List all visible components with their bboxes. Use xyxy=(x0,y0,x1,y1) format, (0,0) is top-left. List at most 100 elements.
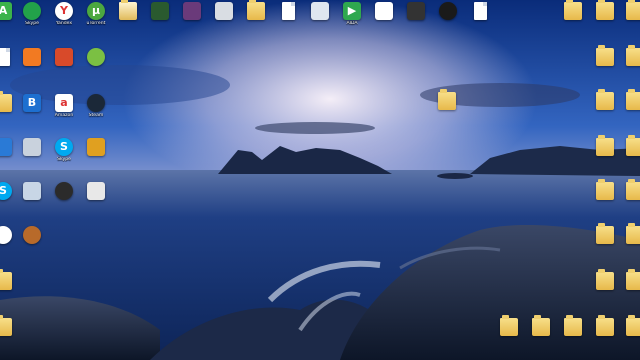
desktop-shortcut[interactable] xyxy=(79,182,113,201)
basketball-icon xyxy=(23,226,41,244)
desktop-shortcut[interactable]: S Skype xyxy=(47,138,81,162)
chrome-icon xyxy=(0,226,12,244)
orange-app-icon xyxy=(23,48,41,66)
desktop-shortcut[interactable] xyxy=(618,179,640,201)
desktop-shortcut[interactable] xyxy=(588,0,622,21)
folder-icon xyxy=(626,179,640,200)
desktop-shortcut[interactable] xyxy=(207,2,241,21)
steam-icon xyxy=(87,94,105,112)
desktop-shortcut[interactable] xyxy=(111,0,145,21)
folder-icon xyxy=(626,135,640,156)
desktop-shortcut[interactable] xyxy=(0,315,20,337)
folder-icon xyxy=(596,0,614,20)
desktop-shortcut[interactable] xyxy=(47,182,81,201)
desktop-shortcut[interactable] xyxy=(556,315,590,337)
desktop-shortcut[interactable] xyxy=(618,0,640,21)
desktop-shortcut[interactable] xyxy=(588,179,622,201)
blue-app-icon: B xyxy=(23,94,41,112)
folder-icon xyxy=(596,315,614,336)
desktop-shortcut[interactable] xyxy=(15,182,49,201)
java-icon xyxy=(375,2,393,20)
desktop-shortcut[interactable] xyxy=(618,89,640,111)
desktop-shortcut[interactable]: µ uTorrent xyxy=(79,2,113,26)
desktop-shortcut[interactable] xyxy=(0,269,20,291)
brush-app-icon xyxy=(87,182,105,200)
desktop-shortcut-label: Skype xyxy=(25,21,39,26)
folder-icon xyxy=(626,89,640,110)
desktop-shortcut[interactable] xyxy=(15,226,49,245)
folder-icon xyxy=(564,315,582,336)
monitor-icon xyxy=(23,182,41,200)
desktop-shortcut[interactable] xyxy=(588,269,622,291)
desktop-shortcut[interactable] xyxy=(618,223,640,245)
folder-icon xyxy=(596,269,614,290)
desktop-shortcut[interactable] xyxy=(556,0,590,21)
recycle-bin-icon xyxy=(23,138,41,156)
desktop-shortcut[interactable] xyxy=(399,2,433,21)
desktop-shortcut[interactable] xyxy=(431,2,465,21)
folder-icon xyxy=(596,179,614,200)
desktop-shortcut-label: Steam xyxy=(88,113,104,118)
folder-icon xyxy=(438,89,456,110)
desktop-shortcut[interactable]: a Amazon xyxy=(47,94,81,118)
desktop-shortcut[interactable] xyxy=(15,138,49,157)
desktop-shortcut[interactable] xyxy=(618,135,640,157)
desktop-shortcut[interactable] xyxy=(239,0,273,21)
desktop-shortcut[interactable] xyxy=(47,48,81,67)
yandex-browser-icon: Y xyxy=(55,2,73,20)
desktop-shortcut[interactable] xyxy=(588,45,622,67)
desktop-shortcut[interactable] xyxy=(588,135,622,157)
skype-icon: S xyxy=(55,138,73,156)
folder-icon xyxy=(626,315,640,336)
desktop-shortcut[interactable]: Skype xyxy=(15,2,49,26)
play-arrow-icon: ▶ xyxy=(343,2,361,20)
desktop-shortcut[interactable] xyxy=(463,2,497,21)
desktop-shortcut[interactable] xyxy=(367,2,401,21)
desktop-shortcut[interactable] xyxy=(15,48,49,67)
game-shortcut-icon xyxy=(183,2,201,20)
network-shortcut-icon xyxy=(311,2,329,20)
desktop-shortcut[interactable] xyxy=(588,315,622,337)
desktop-shortcut[interactable]: Steam xyxy=(79,94,113,118)
desktop-shortcut[interactable] xyxy=(588,223,622,245)
folder-icon xyxy=(0,269,12,290)
amazon-icon: a xyxy=(55,94,73,112)
desktop-shortcut-label: Amazon xyxy=(54,113,74,118)
desktop-shortcut[interactable]: Y Yandex xyxy=(47,2,81,26)
folder-icon xyxy=(596,135,614,156)
folder-icon xyxy=(500,315,518,336)
desktop[interactable]: A Skype Y Yandex µ uTorrent ▶ AIDA Ba Amazon Steam… xyxy=(0,0,640,360)
desktop-shortcut[interactable] xyxy=(492,315,526,337)
folder-icon xyxy=(596,89,614,110)
desktop-shortcut[interactable] xyxy=(430,89,464,111)
desktop-shortcut[interactable] xyxy=(618,269,640,291)
document-icon xyxy=(281,2,295,20)
desktop-shortcut[interactable] xyxy=(588,89,622,111)
desktop-shortcut[interactable] xyxy=(303,2,337,21)
terminal-icon xyxy=(407,2,425,20)
desktop-shortcut[interactable]: ▶ AIDA xyxy=(335,2,369,26)
desktop-shortcut-label: AIDA xyxy=(346,21,358,26)
desktop-shortcut[interactable] xyxy=(79,48,113,67)
document-icon xyxy=(0,48,10,66)
folder-icon xyxy=(0,315,12,336)
drive-icon xyxy=(215,2,233,20)
desktop-shortcut[interactable] xyxy=(524,315,558,337)
folder-icon xyxy=(596,45,614,66)
folder-open-icon xyxy=(119,0,137,20)
document-icon xyxy=(473,2,487,20)
desktop-shortcut-label: uTorrent xyxy=(86,21,106,26)
desktop-shortcut[interactable]: B xyxy=(15,94,49,113)
desktop-shortcut[interactable] xyxy=(143,2,177,21)
desktop-shortcut[interactable] xyxy=(79,138,113,157)
desktop-shortcut[interactable] xyxy=(175,2,209,21)
green-circle-app-icon xyxy=(23,2,41,20)
green-app-icon: A xyxy=(0,2,12,20)
desktop-shortcut[interactable] xyxy=(271,2,305,21)
desktop-shortcut[interactable] xyxy=(618,45,640,67)
desktop-shortcut-label: Yandex xyxy=(55,21,73,26)
rubiks-cube-icon xyxy=(55,48,73,66)
utorrent-icon: µ xyxy=(87,2,105,20)
desktop-shortcut-label: Skype xyxy=(57,157,71,162)
folder-icon xyxy=(626,45,640,66)
